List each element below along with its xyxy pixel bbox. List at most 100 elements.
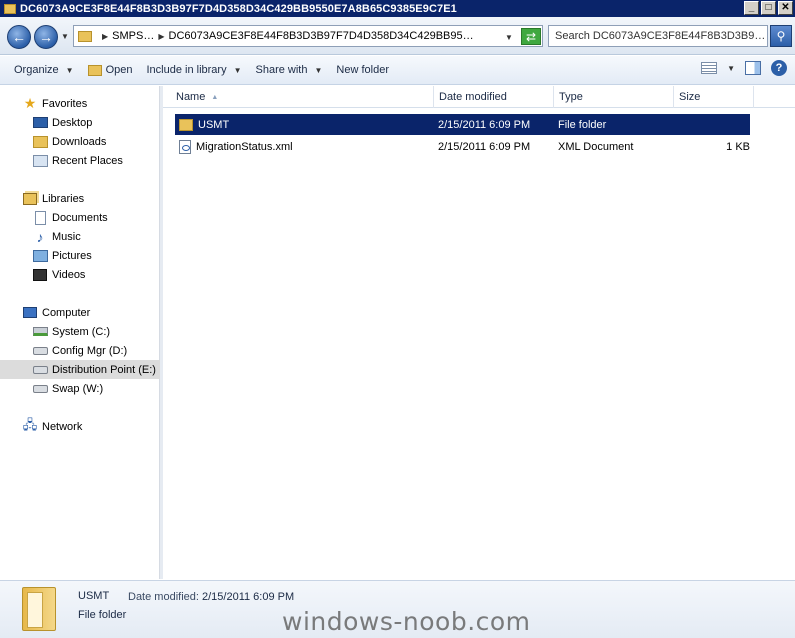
sidebar-item-label: Music [52, 230, 81, 243]
include-in-library-label: Include in library [146, 64, 227, 76]
sidebar-item-downloads[interactable]: Downloads [0, 132, 160, 151]
sidebar-item-label: Desktop [52, 116, 93, 129]
open-button[interactable]: Open [81, 59, 140, 81]
address-bar: ← → ▼ ▶ SMPS… ▶ DC6073A9CE3F8E44F8B3D3B9… [0, 17, 795, 55]
computer-icon [23, 307, 37, 318]
star-icon: ★ [23, 95, 37, 111]
sidebar-item-label: Network [42, 420, 83, 433]
view-controls: ▼ ? [701, 60, 787, 76]
preview-pane-icon[interactable] [745, 61, 761, 75]
documents-icon [34, 210, 46, 225]
sidebar-item-swap-w[interactable]: Swap (W:) [0, 379, 160, 398]
sidebar-item-desktop[interactable]: Desktop [0, 113, 160, 132]
sort-ascending-icon: ▲ [211, 93, 219, 101]
sidebar-item-documents[interactable]: Documents [0, 208, 160, 227]
window-title: DC6073A9CE3F8E44F8B3D3B97F7D4D358D34C429… [20, 2, 457, 15]
sidebar-item-label: Swap (W:) [52, 382, 104, 395]
include-in-library-button[interactable]: Include in library ▼ [139, 59, 248, 81]
sidebar-item-network[interactable]: 🖧 Network [0, 417, 160, 436]
drive-icon [32, 384, 48, 393]
column-header-label: Name [176, 91, 206, 103]
drive-icon [32, 365, 48, 374]
refresh-icon[interactable]: ⇄ [521, 28, 541, 45]
sidebar-item-config-mgr-d[interactable]: Config Mgr (D:) [0, 341, 160, 360]
navigation-pane: ★ Favorites Desktop Downloads Recent Pla… [0, 86, 163, 579]
breadcrumb-item-current[interactable]: DC6073A9CE3F8E44F8B3D3B97F7D4D358D34C429… [169, 30, 474, 42]
sidebar-item-pictures[interactable]: Pictures [0, 246, 160, 265]
close-button[interactable]: ✕ [778, 1, 793, 15]
sidebar-item-label: Documents [52, 211, 108, 224]
sidebar-item-recent-places[interactable]: Recent Places [0, 151, 160, 170]
file-name: MigrationStatus.xml [196, 140, 293, 153]
organize-label: Organize [14, 64, 59, 76]
column-header-name[interactable]: Name ▲ [171, 86, 434, 108]
minimize-button[interactable]: _ [744, 1, 759, 15]
forward-button[interactable]: → [34, 25, 58, 49]
sidebar-item-computer[interactable]: Computer [0, 303, 160, 322]
downloads-icon [32, 135, 48, 148]
folder-icon [179, 118, 193, 131]
sidebar-item-libraries[interactable]: Libraries [0, 189, 160, 208]
videos-icon [33, 268, 47, 281]
file-date: 2/15/2011 6:09 PM [438, 140, 531, 153]
share-with-button[interactable]: Share with ▼ [249, 59, 330, 81]
details-type: File folder [78, 609, 127, 621]
system-drive-icon [32, 327, 48, 336]
music-icon: ♪ [36, 228, 44, 245]
new-folder-button[interactable]: New folder [329, 59, 396, 81]
desktop-icon [32, 117, 48, 128]
file-size [678, 114, 750, 135]
sidebar-item-label: Videos [52, 268, 86, 281]
search-icon[interactable]: ⚲ [770, 25, 792, 47]
list-item[interactable]: USMT 2/15/2011 6:09 PM File folder [175, 114, 750, 135]
column-header-type[interactable]: Type [554, 86, 674, 108]
organize-button[interactable]: Organize ▼ [7, 59, 81, 81]
sidebar-item-label: Downloads [52, 135, 107, 148]
file-list: USMT 2/15/2011 6:09 PM File folder Migra… [163, 108, 795, 579]
file-size: 1 KB [726, 140, 750, 153]
network-icon: 🖧 [22, 416, 38, 432]
address-dropdown[interactable]: ▼ [505, 33, 513, 42]
folder-icon [87, 64, 102, 76]
chevron-down-icon: ▼ [314, 65, 323, 75]
help-icon[interactable]: ? [771, 60, 787, 76]
share-with-label: Share with [255, 64, 308, 76]
sidebar-item-system-c[interactable]: System (C:) [0, 322, 160, 341]
xml-file-icon [179, 139, 191, 154]
file-name: USMT [198, 118, 230, 131]
details-name: USMT [78, 590, 110, 602]
column-header-size[interactable]: Size [674, 86, 754, 108]
sidebar-item-distribution-point-e[interactable]: Distribution Point (E:) [0, 360, 160, 379]
chevron-down-icon[interactable]: ▼ [727, 64, 735, 73]
libraries-icon [23, 192, 37, 205]
sidebar-item-label: Recent Places [52, 154, 123, 167]
file-type: XML Document [558, 140, 634, 153]
sidebar-item-music[interactable]: ♪ Music [0, 227, 160, 246]
recent-places-icon [32, 154, 48, 167]
sidebar-item-label: Pictures [52, 249, 92, 262]
title-bar: DC6073A9CE3F8E44F8B3D3B97F7D4D358D34C429… [0, 0, 795, 17]
sidebar-item-favorites[interactable]: ★ Favorites [0, 94, 160, 113]
column-headers: Name ▲ Date modified Type Size [163, 86, 795, 108]
chevron-right-icon[interactable]: ▶ [158, 32, 164, 41]
sidebar-item-videos[interactable]: Videos [0, 265, 160, 284]
column-header-date-modified[interactable]: Date modified [434, 86, 554, 108]
breadcrumb[interactable]: ▶ SMPS… ▶ DC6073A9CE3F8E44F8B3D3B97F7D4D… [73, 25, 543, 47]
sidebar-item-label: System (C:) [52, 325, 111, 338]
details-date-label: Date modified: [128, 591, 199, 603]
details-date-value: 2/15/2011 6:09 PM [202, 591, 295, 603]
list-item[interactable]: MigrationStatus.xml 2/15/2011 6:09 PM XM… [175, 136, 750, 157]
breadcrumb-item-smps[interactable]: SMPS… [112, 30, 154, 42]
maximize-button[interactable]: □ [761, 1, 776, 15]
recent-pages-dropdown[interactable]: ▼ [61, 32, 69, 41]
sidebar-item-label: Favorites [42, 97, 88, 110]
details-view-icon[interactable] [701, 62, 718, 74]
search-input[interactable]: Search DC6073A9CE3F8E44F8B3D3B9… [548, 25, 768, 47]
chevron-right-icon[interactable]: ▶ [102, 32, 108, 41]
window-controls: _ □ ✕ [744, 1, 793, 15]
back-button[interactable]: ← [7, 25, 31, 49]
pictures-icon [32, 249, 48, 262]
folder-icon [22, 587, 56, 631]
open-label: Open [105, 64, 133, 76]
sidebar-item-label: Computer [42, 306, 91, 319]
